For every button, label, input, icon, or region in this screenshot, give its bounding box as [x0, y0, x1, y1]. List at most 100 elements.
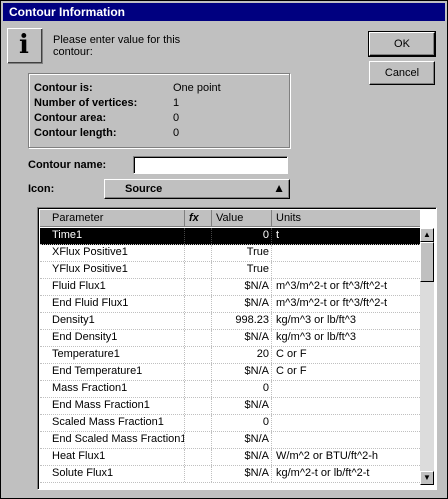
function-cell[interactable]: [184, 313, 211, 329]
function-cell[interactable]: [184, 296, 211, 312]
value-cell[interactable]: 0: [211, 228, 271, 244]
table-row[interactable]: Mass Fraction1 0: [40, 381, 420, 398]
function-cell[interactable]: [184, 347, 211, 363]
value-cell[interactable]: $N/A: [211, 449, 271, 465]
function-column-header[interactable]: fx: [184, 210, 211, 226]
units-cell: [271, 245, 420, 261]
updown-arrows-icon: ▲: [273, 181, 285, 195]
function-cell[interactable]: [184, 228, 211, 244]
table-row[interactable]: XFlux Positive1 True: [40, 245, 420, 262]
parameter-cell: Mass Fraction1: [52, 382, 128, 394]
function-cell[interactable]: [184, 330, 211, 346]
function-cell[interactable]: [184, 279, 211, 295]
grid-rows: Time1 0 t XFlux Positive1 True YFlux Pos…: [40, 228, 420, 483]
grid-header: Parameter fx Value Units: [40, 210, 420, 227]
scroll-up-icon[interactable]: ▲: [420, 228, 434, 242]
function-cell[interactable]: [184, 415, 211, 431]
parameter-cell: End Mass Fraction1: [52, 399, 150, 411]
cancel-button[interactable]: Cancel: [369, 61, 435, 85]
value-cell[interactable]: $N/A: [211, 432, 271, 448]
scroll-down-icon[interactable]: ▼: [420, 471, 434, 485]
table-row[interactable]: End Fluid Flux1 $N/A m^3/m^2-t or ft^3/f…: [40, 296, 420, 313]
function-cell[interactable]: [184, 466, 211, 482]
value-cell[interactable]: $N/A: [211, 330, 271, 346]
units-column-header[interactable]: Units: [271, 210, 420, 226]
table-row[interactable]: Heat Flux1 $N/A W/m^2 or BTU/ft^2-h: [40, 449, 420, 466]
units-cell: kg/m^2-t or lb/ft^2-t: [271, 466, 420, 482]
value-cell[interactable]: $N/A: [211, 296, 271, 312]
table-row[interactable]: Solute Flux1 $N/A kg/m^2-t or lb/ft^2-t: [40, 466, 420, 483]
value-cell[interactable]: $N/A: [211, 398, 271, 414]
value-cell[interactable]: True: [211, 262, 271, 278]
table-row[interactable]: Temperature1 20 C or F: [40, 347, 420, 364]
contour-length-label: Contour length:: [34, 127, 117, 139]
parameter-grid: Parameter fx Value Units Time1 0 t XFlux…: [37, 207, 437, 490]
parameter-cell: Heat Flux1: [52, 450, 106, 462]
value-cell[interactable]: 998.23: [211, 313, 271, 329]
table-row[interactable]: End Mass Fraction1 $N/A: [40, 398, 420, 415]
table-row[interactable]: End Scaled Mass Fraction1 $N/A: [40, 432, 420, 449]
value-cell[interactable]: $N/A: [211, 466, 271, 482]
contour-area-value: 0: [173, 112, 180, 124]
value-cell[interactable]: $N/A: [211, 364, 271, 380]
value-cell[interactable]: $N/A: [211, 279, 271, 295]
parameter-cell: Scaled Mass Fraction1: [52, 416, 164, 428]
value-cell[interactable]: 20: [211, 347, 271, 363]
function-cell[interactable]: [184, 364, 211, 380]
function-cell[interactable]: [184, 262, 211, 278]
value-cell[interactable]: True: [211, 245, 271, 261]
function-cell[interactable]: [184, 398, 211, 414]
title-bar[interactable]: Contour Information: [3, 3, 445, 21]
parameter-cell: YFlux Positive1: [52, 263, 128, 275]
units-cell: t: [271, 228, 420, 244]
prompt-text: Please enter value for this contour:: [53, 34, 181, 58]
parameter-cell: End Fluid Flux1: [52, 297, 129, 309]
parameter-cell: XFlux Positive1: [52, 246, 128, 258]
info-icon: i: [7, 28, 43, 64]
parameter-cell: Density1: [52, 314, 95, 326]
window-title: Contour Information: [9, 5, 125, 19]
contour-information-dialog: Contour Information i Please enter value…: [0, 0, 448, 499]
contour-name-input[interactable]: [133, 156, 288, 174]
contour-area-label: Contour area:: [34, 112, 107, 124]
units-cell: m^3/m^2-t or ft^3/ft^2-t: [271, 296, 420, 312]
value-cell[interactable]: 0: [211, 415, 271, 431]
icon-select[interactable]: Source ▲: [104, 179, 290, 199]
parameter-cell: End Temperature1: [52, 365, 143, 377]
function-cell[interactable]: [184, 449, 211, 465]
icon-select-value: Source: [125, 183, 163, 195]
value-cell[interactable]: 0: [211, 381, 271, 397]
units-cell: kg/m^3 or lb/ft^3: [271, 330, 420, 346]
units-cell: kg/m^3 or lb/ft^3: [271, 313, 420, 329]
table-row[interactable]: Density1 998.23 kg/m^3 or lb/ft^3: [40, 313, 420, 330]
units-cell: [271, 398, 420, 414]
function-cell[interactable]: [184, 381, 211, 397]
parameter-cell: Time1: [52, 229, 83, 241]
units-cell: [271, 381, 420, 397]
parameter-column-header[interactable]: Parameter: [40, 210, 184, 226]
vertex-count-value: 1: [173, 97, 180, 109]
table-row[interactable]: End Density1 $N/A kg/m^3 or lb/ft^3: [40, 330, 420, 347]
scroll-thumb[interactable]: [420, 242, 434, 282]
contour-length-value: 0: [173, 127, 180, 139]
table-row[interactable]: YFlux Positive1 True: [40, 262, 420, 279]
value-column-header[interactable]: Value: [211, 210, 271, 226]
function-cell[interactable]: [184, 245, 211, 261]
units-cell: [271, 415, 420, 431]
table-row[interactable]: Fluid Flux1 $N/A m^3/m^2-t or ft^3/ft^2-…: [40, 279, 420, 296]
units-cell: C or F: [271, 364, 420, 380]
vertical-scrollbar[interactable]: ▲ ▼: [420, 228, 434, 485]
table-row[interactable]: End Temperature1 $N/A C or F: [40, 364, 420, 381]
parameter-cell: Fluid Flux1: [52, 280, 106, 292]
ok-button[interactable]: OK: [368, 31, 436, 57]
parameter-cell: End Scaled Mass Fraction1: [52, 433, 184, 445]
contour-type-value: One point: [173, 82, 221, 94]
contour-type-label: Contour is:: [34, 82, 93, 94]
parameter-cell: Solute Flux1: [52, 467, 114, 479]
function-cell[interactable]: [184, 432, 211, 448]
table-row[interactable]: Scaled Mass Fraction1 0: [40, 415, 420, 432]
icon-label: Icon:: [28, 183, 55, 195]
contour-summary-group: Contour is: One point Number of vertices…: [28, 73, 290, 148]
table-row[interactable]: Time1 0 t: [40, 228, 420, 245]
units-cell: W/m^2 or BTU/ft^2-h: [271, 449, 420, 465]
